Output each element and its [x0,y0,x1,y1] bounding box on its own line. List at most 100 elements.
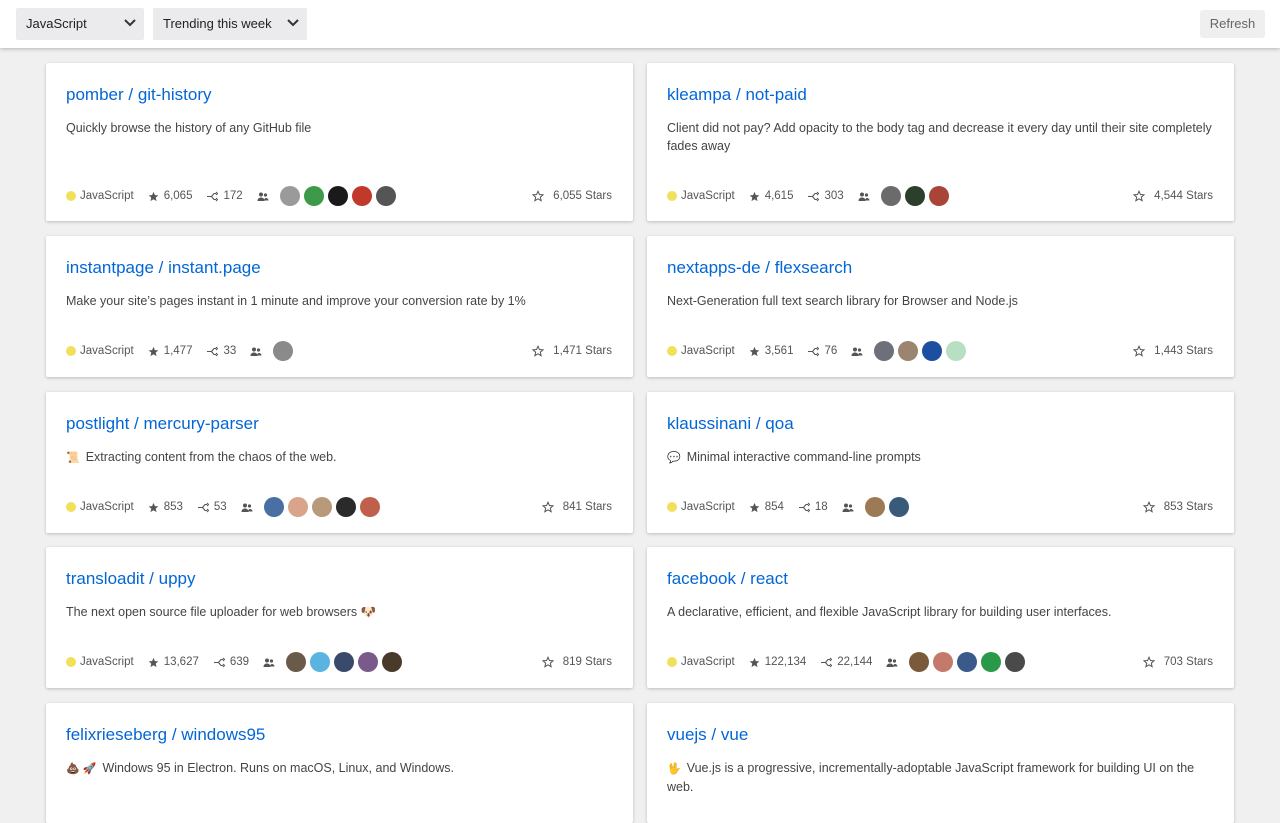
avatar[interactable] [928,186,949,206]
forks-count: 33 [223,345,237,357]
refresh-button[interactable]: Refresh [1200,10,1265,38]
avatar[interactable] [981,652,1002,672]
repo-title-link[interactable]: kleampa / not-paid [667,85,807,105]
contributors-icon [858,191,875,202]
stars-this-period: 853 Stars [1142,501,1213,513]
repo-title-link[interactable]: postlight / mercury-parser [66,414,259,434]
repo-language: JavaScript [66,345,134,357]
avatar[interactable] [1005,652,1026,672]
avatar[interactable] [351,186,372,206]
period-select-value: Trending this week [163,16,272,31]
avatar[interactable] [311,497,332,517]
avatar[interactable] [946,341,967,361]
repo-owner: nextapps-de [667,258,761,277]
repo-title-link[interactable]: felixrieseberg / windows95 [66,725,265,745]
contributors-icon [241,502,258,513]
star-icon [148,346,164,357]
contributor-avatars [279,186,400,206]
avatar[interactable] [909,652,930,672]
avatar[interactable] [263,497,284,517]
repo-name: windows95 [181,725,266,744]
repo-forks: 22,144 [820,656,872,668]
repo-name: uppy [158,569,196,588]
repo-meta: JavaScript 1,477 33 1,471 Stars [66,339,612,363]
forks-count: 303 [824,190,844,202]
repo-stars: 6,065 [148,190,193,202]
repo-stars: 3,561 [749,345,793,357]
repo-language: JavaScript [66,501,134,513]
avatar[interactable] [904,186,925,206]
repo-description: 💩 🚀 Windows 95 in Electron. Runs on macOS… [66,760,611,779]
avatar[interactable] [334,652,355,672]
repo-language: JavaScript [667,345,735,357]
avatar[interactable] [287,497,308,517]
star-icon [749,657,765,668]
repo-title-link[interactable]: klaussinani / qoa [667,414,794,434]
avatar[interactable] [273,341,294,361]
avatar[interactable] [864,497,885,517]
forks-count: 22,144 [837,656,873,668]
repo-title-link[interactable]: nextapps-de / flexsearch [667,258,852,278]
star-icon [148,191,164,202]
stars-count: 853 [163,501,183,513]
repo-meta: JavaScript 122,134 22,144 703 Stars [667,650,1213,674]
repo-description: 📜 Extracting content from the chaos of th… [66,449,611,468]
repo-card: vuejs / vue 🖖 Vue.js is a progressive, inc… [647,703,1234,823]
repo-title-link[interactable]: vuejs / vue [667,725,748,745]
stars-this-period: 6,055 Stars [532,190,612,202]
repo-description: A declarative, efficient, and flexible J… [667,604,1212,622]
avatar[interactable] [286,652,307,672]
avatar[interactable] [898,341,919,361]
description-emoji: 💬 [667,452,681,464]
repo-name: flexsearch [774,258,853,277]
description-text: Minimal interactive command-line prompts [686,450,921,464]
avatar[interactable] [279,186,300,206]
avatar[interactable] [327,186,348,206]
repo-meta: JavaScript 853 53 841 Stars [66,495,612,519]
repo-stars: 4,615 [749,190,793,202]
avatar[interactable] [922,341,943,361]
star-outline-icon [541,656,559,668]
stars-count: 6,065 [163,190,193,202]
repo-description: Quickly browse the history of any GitHub… [66,120,611,138]
avatar[interactable] [957,652,978,672]
avatar[interactable] [375,186,396,206]
avatar[interactable] [888,497,909,517]
repo-description: Make your site’s pages instant in 1 minu… [66,293,611,311]
repo-separator: / [706,725,721,744]
avatar[interactable] [310,652,331,672]
period-select[interactable]: Trending this week [153,8,307,40]
repo-title-link[interactable]: instantpage / instant.page [66,258,261,278]
stars-count: 13,627 [163,656,199,668]
stars-period-label: 6,055 Stars [553,190,612,202]
avatar[interactable] [359,497,380,517]
contributors-icon [257,191,274,202]
fork-icon [807,191,824,202]
forks-count: 639 [229,656,250,668]
repo-name: react [750,569,788,588]
avatar[interactable] [335,497,356,517]
repo-forks: 639 [213,656,249,668]
repo-separator: / [760,258,775,277]
language-color-dot [667,502,677,512]
language-label: JavaScript [80,501,134,513]
stars-period-label: 841 Stars [562,501,612,513]
repo-separator: / [736,569,751,588]
repo-title-link[interactable]: transloadit / uppy [66,569,195,589]
language-label: JavaScript [681,190,735,202]
repo-language: JavaScript [66,190,134,202]
scrollbar[interactable] [1266,48,1280,800]
avatar[interactable] [874,341,895,361]
repo-title-link[interactable]: facebook / react [667,569,788,589]
repo-title-link[interactable]: pomber / git-history [66,85,212,105]
avatar[interactable] [880,186,901,206]
avatar[interactable] [933,652,954,672]
language-select[interactable]: JavaScript [16,8,144,40]
repo-language: JavaScript [667,190,735,202]
stars-count: 122,134 [764,656,807,668]
stars-period-label: 853 Stars [1163,501,1213,513]
avatar[interactable] [358,652,379,672]
avatar[interactable] [303,186,324,206]
avatar[interactable] [382,652,403,672]
repo-name: vue [720,725,749,744]
